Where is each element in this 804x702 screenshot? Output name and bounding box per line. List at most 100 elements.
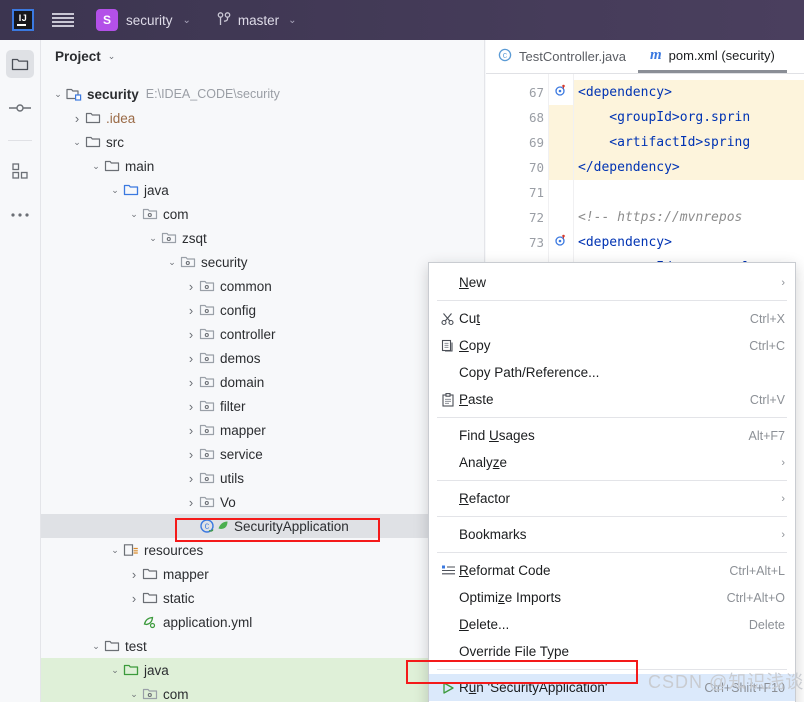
menu-item-optimize-imports[interactable]: Optimize Imports Ctrl+Alt+O	[429, 584, 795, 611]
chevron-down-icon[interactable]: ⌄	[146, 233, 160, 243]
chevron-right-icon[interactable]: ›	[184, 472, 198, 485]
chevron-right-icon[interactable]: ›	[127, 592, 141, 605]
menu-item-delete[interactable]: Delete... Delete	[429, 611, 795, 638]
menu-item-new[interactable]: New ›	[429, 269, 795, 296]
tree-node-security[interactable]: ⌄ security E:\IDEA_CODE\security	[41, 82, 484, 106]
project-panel-header[interactable]: Project ⌄	[41, 40, 484, 72]
chevron-down-icon[interactable]: ⌄	[89, 161, 103, 171]
menu-item-reformat-code[interactable]: Reformat Code Ctrl+Alt+L	[429, 557, 795, 584]
menu-item-bookmarks[interactable]: Bookmarks ›	[429, 521, 795, 548]
code-line[interactable]: <dependency>	[574, 230, 804, 255]
code-line[interactable]: <!-- https://mvnrepos	[574, 205, 804, 230]
tree-node-src[interactable]: ⌄ src	[41, 130, 484, 154]
fold-column[interactable]	[548, 74, 574, 280]
chevron-down-icon[interactable]: ⌄	[89, 641, 103, 651]
tree-node-config[interactable]: › config	[41, 298, 484, 322]
chevron-down-icon[interactable]: ⌄	[51, 89, 65, 99]
menu-item-refactor[interactable]: Refactor ›	[429, 485, 795, 512]
tree-node-static[interactable]: › static	[41, 586, 484, 610]
tree-node-com[interactable]: ⌄ com	[41, 202, 484, 226]
package-icon	[199, 400, 215, 412]
tree-node-test[interactable]: ⌄ test	[41, 634, 484, 658]
project-tool-window: Project ⌄ ⌄ security E:\IDEA_CODE\securit…	[41, 40, 485, 702]
tree-node-mapper[interactable]: › mapper	[41, 562, 484, 586]
chevron-down-icon[interactable]: ⌄	[108, 185, 122, 195]
tree-node-main[interactable]: ⌄ main	[41, 154, 484, 178]
editor-tab-testcontroller[interactable]: C TestController.java	[486, 40, 638, 73]
menu-item-copy[interactable]: Copy Ctrl+C	[429, 332, 795, 359]
tree-node-demos[interactable]: › demos	[41, 346, 484, 370]
tree-node-security[interactable]: ⌄ security	[41, 250, 484, 274]
code-line[interactable]: </dependency>	[574, 155, 804, 180]
fold-region[interactable]	[549, 180, 573, 205]
tree-node-controller[interactable]: › controller	[41, 322, 484, 346]
editor-tab-pom[interactable]: m pom.xml (security)	[637, 40, 787, 73]
menu-item-override-file-type[interactable]: Override File Type	[429, 638, 795, 665]
chevron-right-icon[interactable]: ›	[184, 304, 198, 317]
tree-node-domain[interactable]: › domain	[41, 370, 484, 394]
menu-item-analyze[interactable]: Analyze ›	[429, 449, 795, 476]
menu-item-copy-path[interactable]: Copy Path/Reference...	[429, 359, 795, 386]
tree-node-securityapplication[interactable]: C SecurityApplication	[41, 514, 484, 538]
run-maven-icon[interactable]	[555, 84, 566, 99]
code-line[interactable]: <groupId>org.sprin	[574, 105, 804, 130]
chevron-right-icon[interactable]: ›	[184, 496, 198, 509]
chevron-right-icon[interactable]: ›	[184, 352, 198, 365]
sidebar-item-project[interactable]	[6, 50, 34, 78]
git-branch-selector[interactable]: master ⌄	[217, 12, 297, 28]
hamburger-icon[interactable]	[52, 11, 74, 29]
fold-region[interactable]	[549, 130, 573, 155]
code-line[interactable]	[574, 180, 804, 205]
chevron-down-icon[interactable]: ⌄	[108, 665, 122, 675]
chevron-right-icon[interactable]: ›	[70, 112, 84, 125]
chevron-right-icon[interactable]: ›	[184, 328, 198, 341]
fold-region[interactable]	[549, 105, 573, 130]
fold-region[interactable]	[549, 205, 573, 230]
chevron-right-icon[interactable]: ›	[184, 280, 198, 293]
code-text[interactable]: <dependency> <groupId>org.sprin <artifac…	[574, 74, 804, 280]
chevron-right-icon[interactable]: ›	[184, 400, 198, 413]
menu-item-cut[interactable]: Cut Ctrl+X	[429, 305, 795, 332]
code-line[interactable]: <artifactId>spring	[574, 130, 804, 155]
tree-node-com[interactable]: ⌄ com	[41, 682, 484, 702]
chevron-down-icon[interactable]: ⌄	[108, 51, 116, 62]
tree-node-java[interactable]: ⌄ java	[41, 178, 484, 202]
chevron-right-icon[interactable]: ›	[184, 424, 198, 437]
more-tool-windows-button[interactable]	[6, 201, 34, 229]
chevron-right-icon[interactable]: ›	[127, 568, 141, 581]
editor-gutter[interactable]: 67 686970717273 74	[486, 74, 566, 280]
tree-node-zsqt[interactable]: ⌄ zsqt	[41, 226, 484, 250]
run-maven-icon[interactable]	[555, 234, 566, 249]
tree-node-utils[interactable]: › utils	[41, 466, 484, 490]
menu-item-find-usages[interactable]: Find Usages Alt+F7	[429, 422, 795, 449]
menu-item-run-securityapplication[interactable]: Run 'SecurityApplication' Ctrl+Shift+F10	[429, 674, 795, 701]
chevron-down-icon[interactable]: ⌄	[70, 137, 84, 147]
sidebar-item-commit[interactable]	[6, 94, 34, 122]
menu-item-paste[interactable]: Paste Ctrl+V	[429, 386, 795, 413]
tree-node-vo[interactable]: › Vo	[41, 490, 484, 514]
sidebar-item-structure[interactable]	[6, 157, 34, 185]
tree-node-common[interactable]: › common	[41, 274, 484, 298]
tree-node-java[interactable]: ⌄ java	[41, 658, 484, 682]
chevron-down-icon[interactable]: ⌄	[165, 257, 179, 267]
git-branch-icon	[217, 12, 231, 25]
chevron-down-icon[interactable]: ⌄	[127, 689, 141, 699]
project-selector[interactable]: S security ⌄	[96, 9, 191, 31]
chevron-right-icon[interactable]: ›	[184, 448, 198, 461]
context-menu[interactable]: New › Cut Ctrl+X Copy Ctrl+C Copy Path/Refer…	[428, 262, 796, 702]
tree-node-mapper[interactable]: › mapper	[41, 418, 484, 442]
intellij-logo-icon[interactable]: IJ	[12, 9, 34, 31]
code-line[interactable]: <dependency>	[574, 80, 804, 105]
editor-tabs[interactable]: C TestController.java m pom.xml (security)	[486, 40, 804, 74]
tree-node-resources[interactable]: ⌄ resources	[41, 538, 484, 562]
scissors-icon	[437, 312, 459, 326]
fold-region[interactable]	[549, 155, 573, 180]
tree-node-application-yml[interactable]: application.yml	[41, 610, 484, 634]
tree-node--idea[interactable]: › .idea	[41, 106, 484, 130]
tree-node-filter[interactable]: › filter	[41, 394, 484, 418]
chevron-down-icon[interactable]: ⌄	[127, 209, 141, 219]
tree-node-service[interactable]: › service	[41, 442, 484, 466]
chevron-down-icon[interactable]: ⌄	[108, 545, 122, 555]
chevron-right-icon[interactable]: ›	[184, 376, 198, 389]
project-tree[interactable]: ⌄ security E:\IDEA_CODE\security › .idea ⌄ …	[41, 72, 484, 702]
